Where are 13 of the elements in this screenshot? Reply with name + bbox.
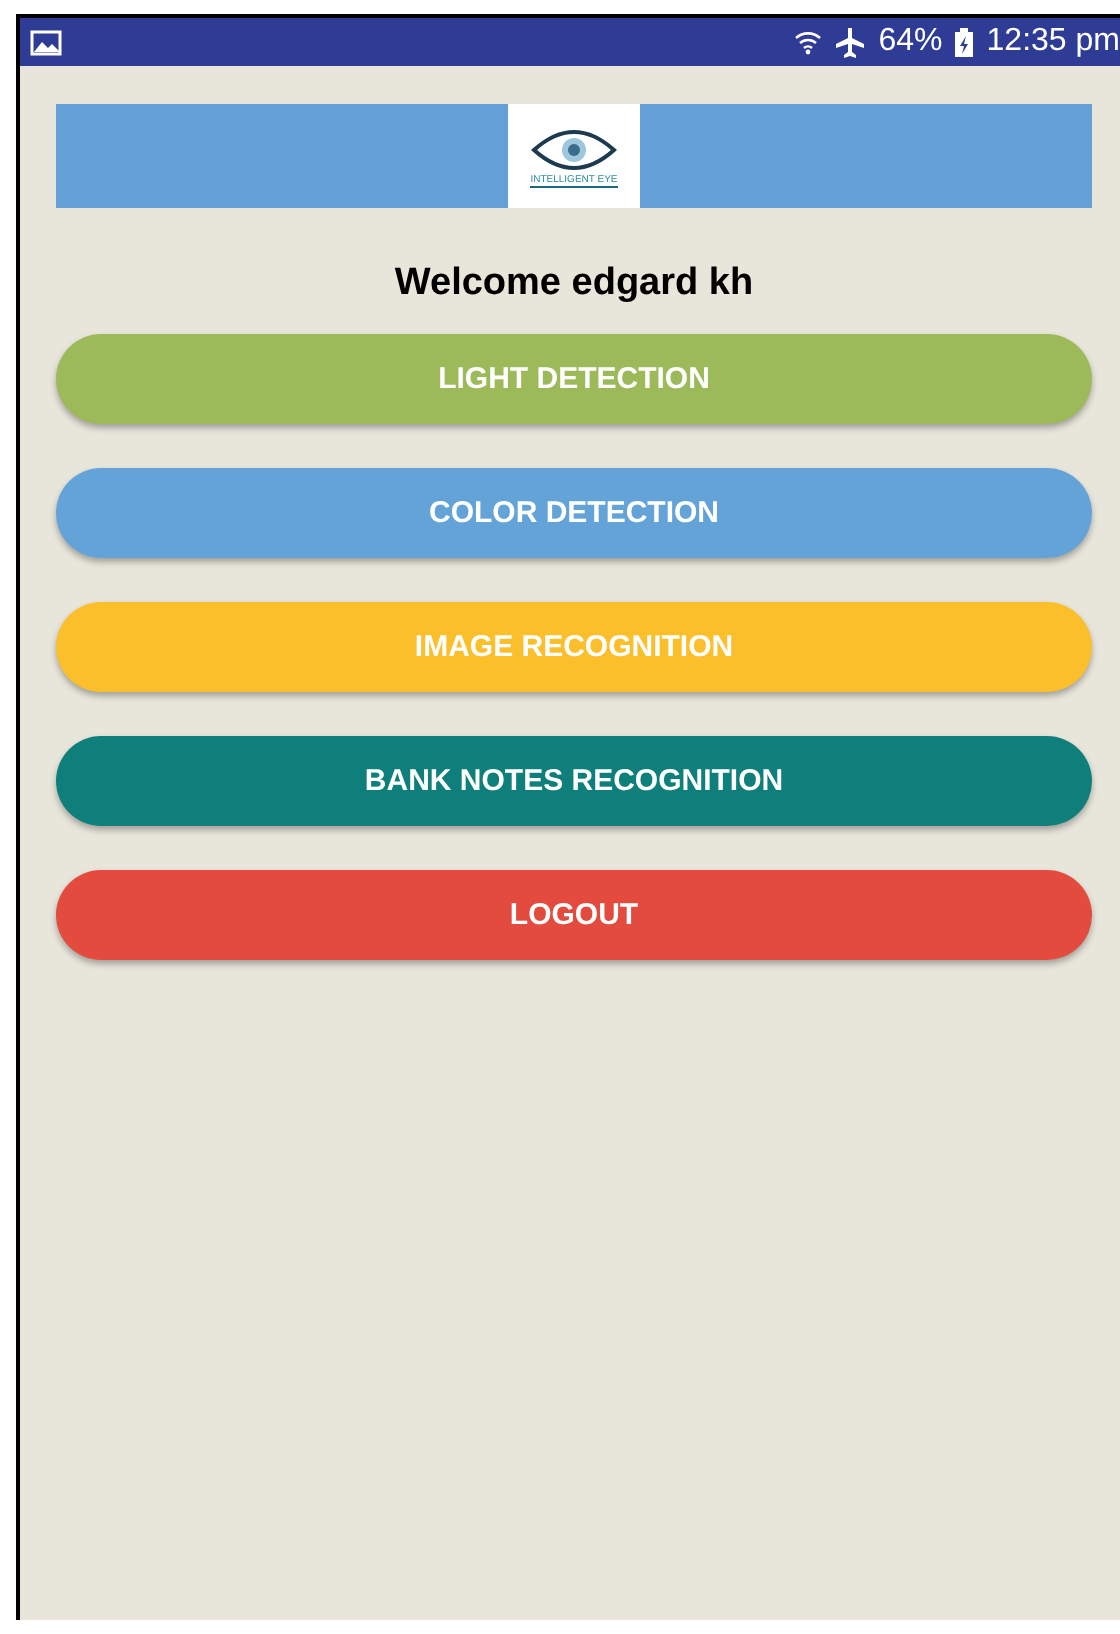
clock-time: 12:35 pm <box>986 24 1120 60</box>
menu-button[interactable]: LOGOUT <box>56 870 1092 960</box>
menu-button[interactable]: BANK NOTES RECOGNITION <box>56 736 1092 826</box>
eye-icon <box>530 125 618 173</box>
wifi-icon <box>794 28 823 56</box>
airplane-icon <box>834 26 867 58</box>
menu-button[interactable]: IMAGE RECOGNITION <box>56 602 1092 692</box>
menu-button[interactable]: COLOR DETECTION <box>56 468 1092 558</box>
battery-icon <box>954 27 975 57</box>
battery-percent: 64% <box>878 24 943 60</box>
welcome-text: Welcome edgard kh <box>392 262 756 306</box>
image-icon <box>30 29 62 55</box>
menu-button[interactable]: LIGHT DETECTION <box>56 334 1092 424</box>
